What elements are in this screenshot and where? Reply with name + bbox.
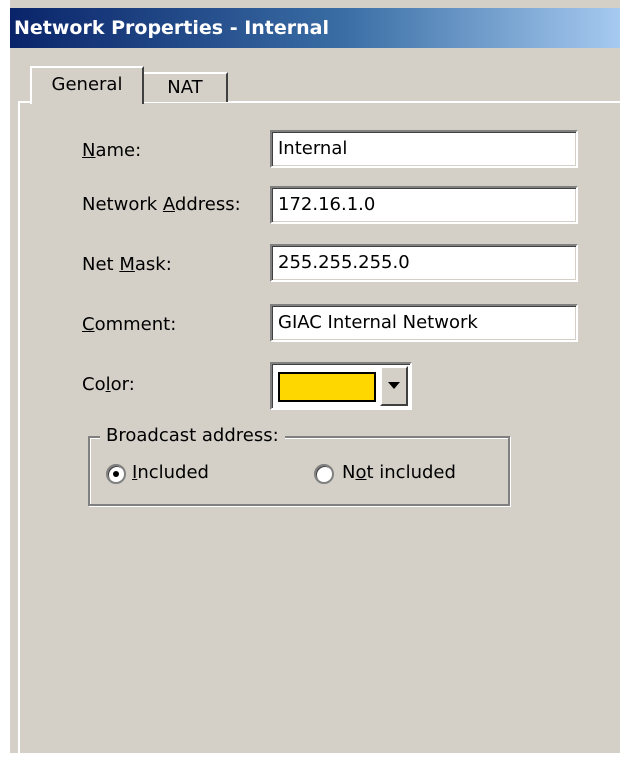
radio-included-label[interactable]: Included [132,462,209,483]
title-bar[interactable]: Network Properties - Internal [10,8,620,48]
net-mask-label: Net Mask: [82,254,172,275]
tab-general-label: General [51,74,123,95]
radio-not-included[interactable] [314,464,334,484]
color-select[interactable] [270,362,412,410]
color-dropdown-button[interactable] [380,366,408,406]
dialog-window: Network Properties - Internal General NA… [8,0,620,761]
name-value: Internal [278,138,348,159]
network-address-field[interactable]: 172.16.1.0 [270,186,578,224]
comment-field[interactable]: GIAC Internal Network [270,304,578,342]
tab-general[interactable]: General [30,66,144,104]
chevron-down-icon [388,382,400,389]
radio-selected-dot [113,471,119,477]
comment-value: GIAC Internal Network [278,312,478,333]
net-mask-field[interactable]: 255.255.255.0 [270,244,578,282]
name-label: Name: [82,140,142,161]
window-title: Network Properties - Internal [14,17,330,39]
radio-included[interactable] [106,464,126,484]
net-mask-value: 255.255.255.0 [278,252,410,273]
color-label: Color: [82,374,135,395]
comment-label: Comment: [82,314,177,335]
tab-nat[interactable]: NAT [144,72,228,102]
tab-nat-label: NAT [167,77,203,98]
network-address-value: 172.16.1.0 [278,194,376,215]
network-address-label: Network Address: [82,194,241,215]
color-swatch [278,372,376,402]
name-field[interactable]: Internal [270,130,578,168]
broadcast-legend: Broadcast address: [100,425,285,446]
radio-not-included-label[interactable]: Not included [342,462,456,483]
